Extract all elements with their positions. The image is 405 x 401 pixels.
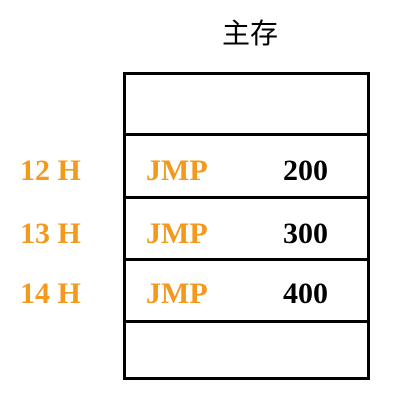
row-divider-2 [123, 196, 370, 199]
opcode-jmp-1: JMP [146, 154, 208, 187]
address-label-13h: 13 H [20, 217, 81, 250]
opcode-jmp-3: JMP [146, 277, 208, 310]
operand-400: 400 [283, 277, 328, 310]
address-label-14h: 14 H [20, 277, 81, 310]
row-divider-1 [123, 133, 370, 136]
row-divider-4 [123, 320, 370, 323]
opcode-jmp-2: JMP [146, 217, 208, 250]
operand-200: 200 [283, 154, 328, 187]
memory-title: 主存 [221, 17, 278, 50]
address-label-12h: 12 H [20, 154, 81, 187]
operand-300: 300 [283, 217, 328, 250]
row-divider-3 [123, 258, 370, 261]
